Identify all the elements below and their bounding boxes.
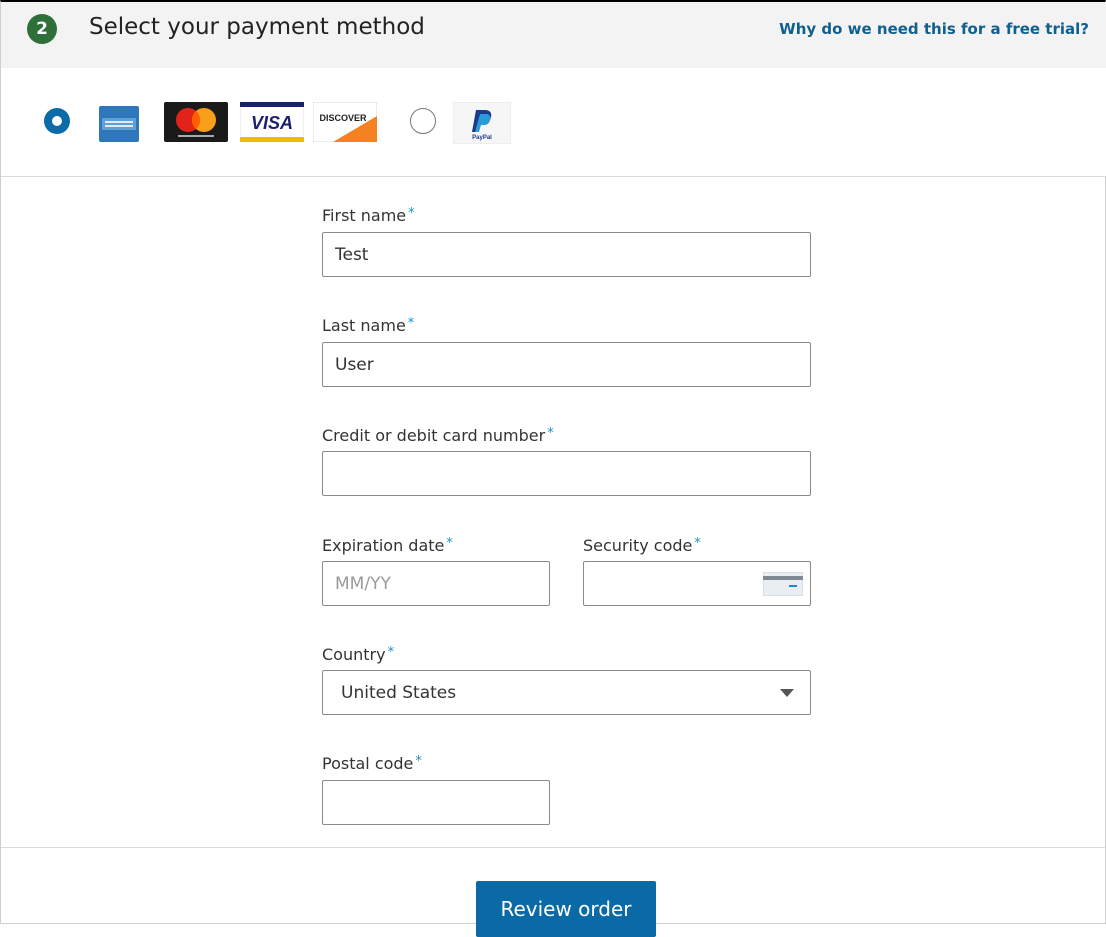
paypal-icon: PayPal: [453, 102, 511, 144]
visa-card-icon: VISA: [240, 102, 304, 142]
expiration-date-label: Expiration date *: [322, 536, 453, 555]
expiration-date-input[interactable]: [322, 561, 550, 606]
required-marker: *: [547, 426, 554, 441]
security-code-label-text: Security code: [583, 536, 693, 555]
postal-code-label-text: Postal code: [322, 754, 414, 773]
last-name-input[interactable]: [322, 342, 811, 387]
country-label-text: Country: [322, 645, 386, 664]
footer-divider: [1, 847, 1106, 848]
payment-panel: 2 Select your payment method Why do we n…: [0, 0, 1106, 937]
step-number-badge: 2: [27, 14, 57, 44]
paypal-payment-radio[interactable]: [410, 108, 436, 134]
payment-method-selector: VISA DISCOVER PayPal: [1, 68, 1106, 177]
discover-card-icon: DISCOVER: [313, 102, 377, 142]
postal-code-input[interactable]: [322, 780, 550, 825]
section-title: Select your payment method: [89, 14, 425, 40]
postal-code-label: Postal code *: [322, 754, 422, 773]
card-number-label-text: Credit or debit card number: [322, 426, 546, 445]
chevron-down-icon: [780, 689, 794, 697]
card-number-input[interactable]: [322, 451, 811, 496]
country-selected-value: United States: [341, 683, 457, 703]
mastercard-icon: [164, 102, 228, 142]
cvv-card-icon: [762, 571, 804, 597]
security-code-field: [583, 561, 811, 606]
required-marker: *: [408, 206, 415, 221]
first-name-label-text: First name: [322, 206, 407, 225]
country-label: Country *: [322, 645, 394, 664]
card-number-label: Credit or debit card number *: [322, 426, 554, 445]
country-select[interactable]: United States: [322, 670, 811, 715]
paypal-logo-text: PayPal: [472, 135, 492, 141]
required-marker: *: [415, 754, 422, 769]
visa-logo-text: VISA: [251, 113, 293, 133]
required-marker: *: [446, 536, 453, 551]
last-name-label-text: Last name: [322, 316, 406, 335]
first-name-input[interactable]: [322, 232, 811, 277]
discover-logo-text: DISCOVER: [319, 113, 367, 123]
amex-card-icon: [99, 106, 139, 142]
required-marker: *: [407, 316, 415, 331]
first-name-label: First name *: [322, 206, 415, 225]
security-code-label: Security code *: [583, 536, 701, 555]
section-header: 2 Select your payment method Why do we n…: [1, 2, 1106, 69]
expiration-date-label-text: Expiration date: [322, 536, 445, 555]
review-order-button[interactable]: Review order: [476, 881, 656, 937]
why-free-trial-link[interactable]: Why do we need this for a free trial?: [779, 20, 1089, 38]
last-name-label: Last name *: [322, 316, 414, 335]
required-marker: *: [387, 645, 395, 660]
card-payment-radio[interactable]: [44, 108, 70, 134]
required-marker: *: [694, 536, 701, 551]
